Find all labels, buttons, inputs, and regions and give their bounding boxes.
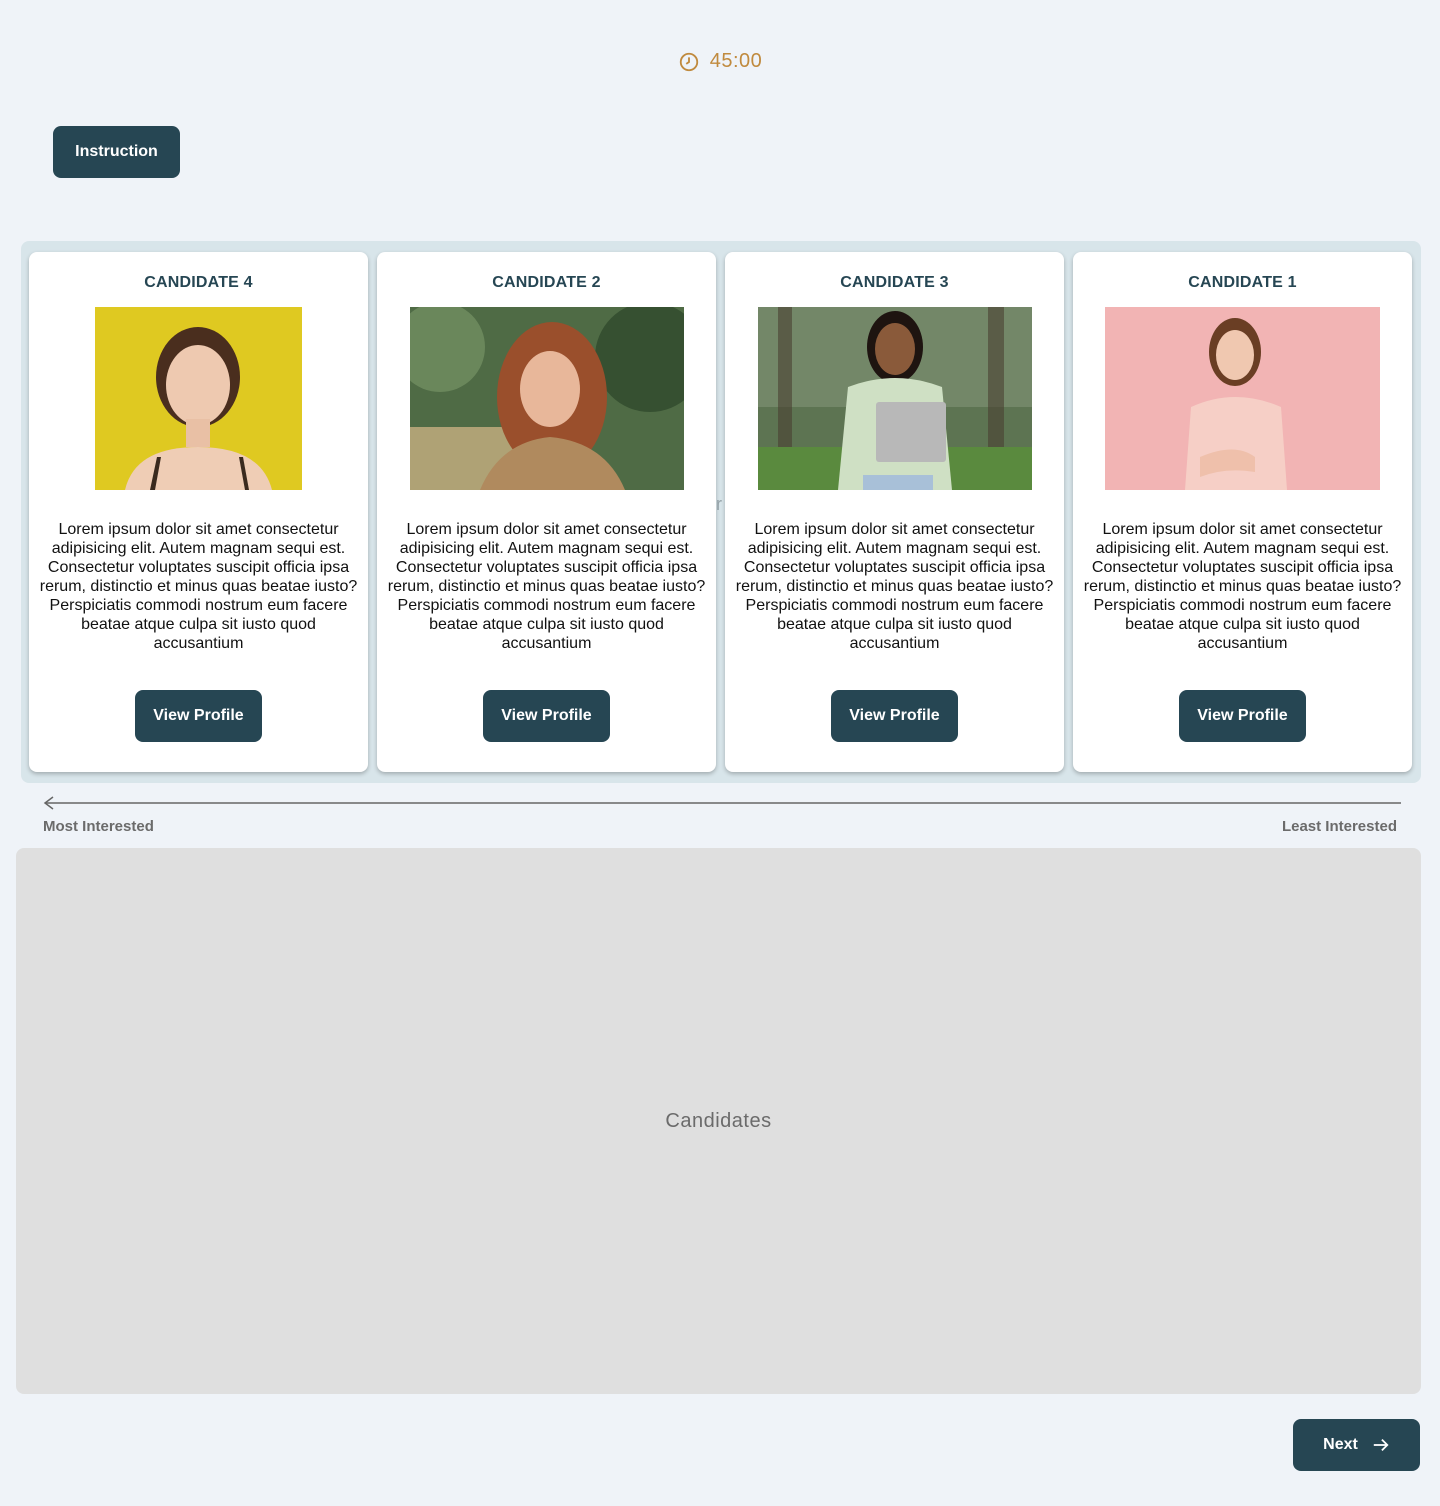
candidate-card[interactable]: CANDIDATE 2 Lorem ipsum dolor sit amet c… (377, 252, 716, 772)
most-interested-label: Most Interested (43, 818, 154, 835)
least-interested-label: Least Interested (1281, 818, 1397, 835)
board-ghost-text: r (716, 494, 722, 514)
candidate-card[interactable]: CANDIDATE 3 Lorem ipsum dolor sit amet c… (725, 252, 1064, 772)
view-profile-button[interactable]: View Profile (831, 690, 958, 742)
next-label: Next (1323, 1436, 1358, 1453)
dropzone-label: Candidates (665, 1109, 772, 1132)
timer: 45:00 (0, 50, 1440, 73)
next-button[interactable]: Next (1293, 1419, 1420, 1471)
card-description: Lorem ipsum dolor sit amet consectetur a… (735, 521, 1054, 652)
card-title: CANDIDATE 1 (1188, 274, 1297, 291)
candidates-dropzone[interactable]: Candidates (16, 848, 1421, 1394)
card-title: CANDIDATE 3 (840, 274, 949, 291)
card-title: CANDIDATE 4 (144, 274, 253, 291)
card-title: CANDIDATE 2 (492, 274, 601, 291)
candidate-photo (95, 307, 302, 490)
view-profile-button[interactable]: View Profile (1179, 690, 1306, 742)
candidate-photo (410, 307, 684, 490)
timer-value: 45:00 (709, 50, 763, 72)
arrow-right-icon (1373, 1438, 1389, 1452)
candidate-photo (1105, 307, 1380, 490)
candidate-photo (758, 307, 1032, 490)
card-description: Lorem ipsum dolor sit amet consectetur a… (387, 521, 706, 652)
clock-icon (679, 52, 698, 71)
candidate-card[interactable]: CANDIDATE 1 Lorem ipsum dolor sit amet c… (1073, 252, 1412, 772)
instruction-button[interactable]: Instruction (53, 126, 180, 178)
card-description: Lorem ipsum dolor sit amet consectetur a… (39, 521, 358, 652)
view-profile-button[interactable]: View Profile (483, 690, 610, 742)
view-profile-button[interactable]: View Profile (135, 690, 262, 742)
interest-scale-arrow-icon (43, 796, 1401, 810)
card-description: Lorem ipsum dolor sit amet consectetur a… (1083, 521, 1402, 652)
candidate-card[interactable]: CANDIDATE 4 Lorem ipsum dolor sit amet c… (29, 252, 368, 772)
